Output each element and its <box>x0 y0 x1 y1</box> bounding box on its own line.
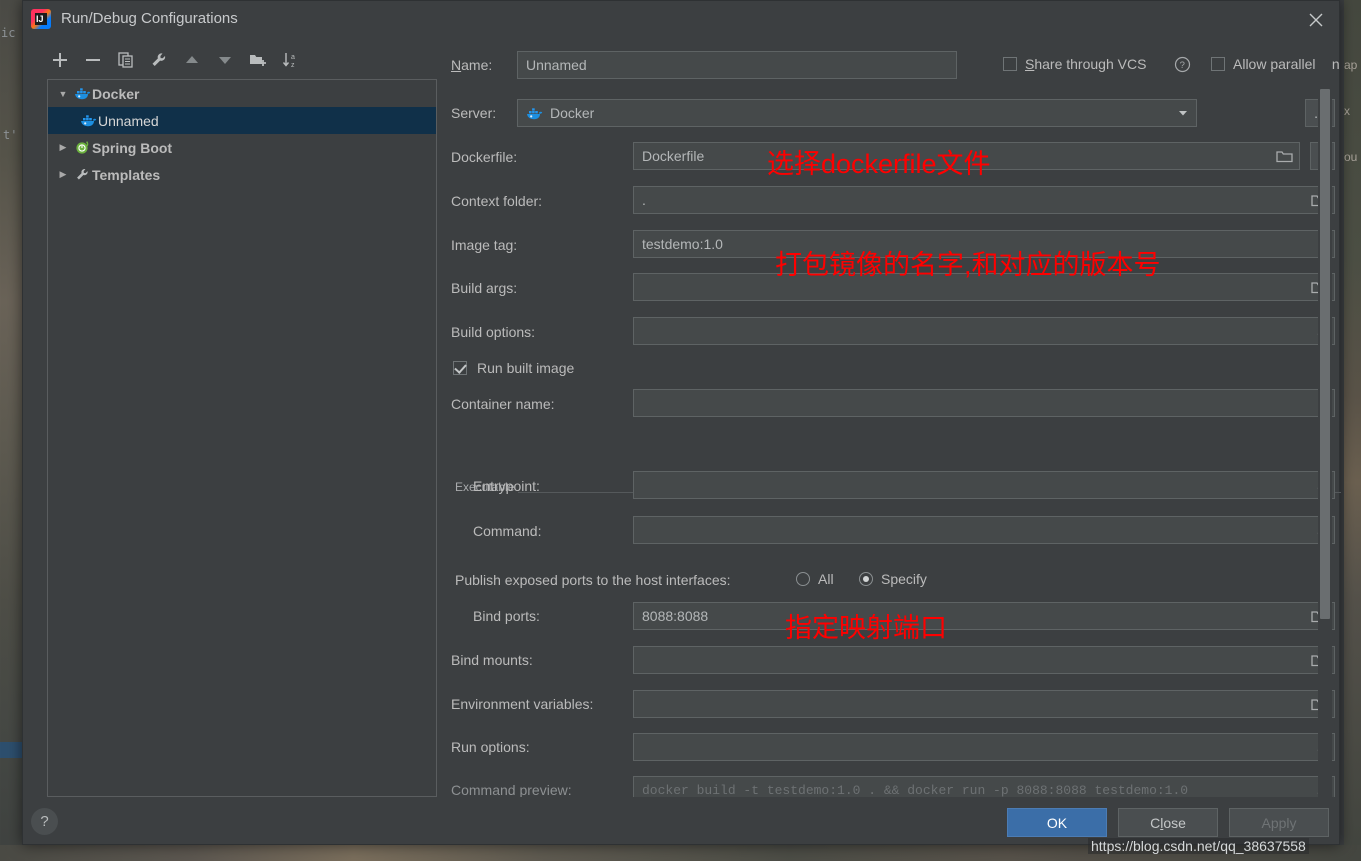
copy-configuration-button[interactable] <box>113 47 139 73</box>
close-button[interactable]: Cl ose <box>1118 808 1218 837</box>
container-name-label: Container name: <box>451 396 555 412</box>
background-text-fragment: ic <box>1 26 16 40</box>
configuration-form: Name: Unnamed Share through VCS ? Allow … <box>441 41 1341 797</box>
build-args-input[interactable] <box>633 273 1335 301</box>
entrypoint-input[interactable] <box>633 471 1335 499</box>
server-label: Server: <box>451 105 497 121</box>
bind-ports-input[interactable]: 8088:8088 <box>633 602 1335 630</box>
spring-icon <box>72 140 92 155</box>
chevron-down-icon[interactable] <box>1176 106 1190 120</box>
build-options-input[interactable] <box>633 317 1335 345</box>
docker-icon <box>526 106 543 121</box>
svg-text:z: z <box>291 62 295 69</box>
configurations-toolbar: a z <box>47 47 307 75</box>
share-through-vcs-checkbox[interactable] <box>1003 57 1017 71</box>
dialog-title: Run/Debug Configurations <box>61 10 238 27</box>
command-preview-input[interactable]: docker build -t testdemo:1.0 . && docker… <box>633 776 1335 797</box>
command-preview-label: Command preview: <box>451 782 572 797</box>
background-text-fragment: x <box>1344 104 1350 118</box>
image-tag-label: Image tag: <box>451 237 518 253</box>
run-options-label: Run options: <box>451 739 530 755</box>
tree-node-label: Unnamed <box>98 112 159 129</box>
configurations-tree[interactable]: ▼ Docker Unnamed ▶ Spring Boot ▶ Templat… <box>47 79 437 797</box>
dockerfile-label: Dockerfile: <box>451 149 518 165</box>
tree-node-templates[interactable]: ▶ Templates <box>48 161 436 188</box>
share-through-vcs-label: Share through VCS <box>1025 56 1147 72</box>
run-built-image-checkbox[interactable] <box>453 361 467 375</box>
tree-node-unnamed[interactable]: Unnamed <box>48 107 436 134</box>
bind-ports-label: Bind ports: <box>473 608 540 624</box>
docker-icon <box>78 113 98 128</box>
environment-variables-input[interactable] <box>633 690 1335 718</box>
bind-mounts-label: Bind mounts: <box>451 652 533 668</box>
background-text-fragment: ap <box>1344 58 1358 72</box>
chevron-right-icon[interactable]: ▶ <box>54 169 72 180</box>
tree-node-label: Spring Boot <box>92 139 173 156</box>
background-text-fragment: ou <box>1344 150 1358 164</box>
allow-parallel-run-checkbox[interactable] <box>1211 57 1225 71</box>
ok-button[interactable]: OK <box>1007 808 1107 837</box>
new-folder-button[interactable] <box>245 47 271 73</box>
intellij-idea-icon: IJ <box>31 9 51 29</box>
help-button[interactable]: ? <box>31 808 58 835</box>
background-right-editor: ap x ou <box>1344 0 1361 861</box>
background-text-fragment: t' <box>3 128 18 142</box>
background-selection-highlight <box>0 742 22 758</box>
run-built-image-label: Run built image <box>477 360 575 376</box>
command-label: Command: <box>473 523 542 539</box>
tree-node-spring-boot[interactable]: ▶ Spring Boot <box>48 134 436 161</box>
help-icon[interactable]: ? <box>1174 56 1191 73</box>
bind-mounts-input[interactable] <box>633 646 1335 674</box>
dialog-titlebar: IJ Run/Debug Configurations <box>23 1 1339 38</box>
tree-node-label: Docker <box>92 85 140 102</box>
server-dropdown[interactable]: Docker <box>517 99 1197 127</box>
folder-icon[interactable] <box>1276 149 1293 163</box>
edit-templates-button[interactable] <box>146 47 172 73</box>
entrypoint-label: Entrypoint: <box>473 478 540 494</box>
run-options-input[interactable] <box>633 733 1335 761</box>
svg-text:?: ? <box>1180 60 1185 71</box>
build-args-label: Build args: <box>451 280 518 296</box>
container-name-input[interactable] <box>633 389 1335 417</box>
publish-ports-specify-label: Specify <box>881 571 927 587</box>
move-up-button[interactable] <box>179 47 205 73</box>
svg-text:a: a <box>291 54 295 61</box>
form-scrollbar-thumb[interactable] <box>1320 89 1330 619</box>
sort-configurations-button[interactable]: a z <box>278 47 304 73</box>
apply-button: Apply <box>1229 808 1329 837</box>
add-configuration-button[interactable] <box>47 47 73 73</box>
watermark-text: https://blog.csdn.net/qq_38637558 <box>1088 838 1309 854</box>
build-options-label: Build options: <box>451 324 536 340</box>
context-folder-input[interactable]: . <box>633 186 1335 214</box>
move-down-button[interactable] <box>212 47 238 73</box>
publish-ports-specify-radio[interactable] <box>859 572 873 586</box>
close-icon[interactable] <box>1293 1 1339 38</box>
command-input[interactable] <box>633 516 1335 544</box>
dockerfile-input[interactable]: Dockerfile <box>633 142 1300 170</box>
environment-variables-label: Environment variables: <box>451 696 594 712</box>
run-debug-configurations-dialog: IJ Run/Debug Configurations a z ▼ Docker… <box>22 0 1341 845</box>
tree-node-docker[interactable]: ▼ Docker <box>48 80 436 107</box>
docker-icon <box>72 86 92 101</box>
publish-ports-label: Publish exposed ports to the host interf… <box>455 572 731 588</box>
image-tag-input[interactable]: testdemo:1.0 <box>633 230 1335 258</box>
context-folder-label: Context folder: <box>451 193 543 209</box>
chevron-down-icon[interactable]: ▼ <box>54 89 72 99</box>
name-label: Name: <box>451 57 493 73</box>
publish-ports-all-label: All <box>818 571 834 587</box>
name-input[interactable]: Unnamed <box>517 51 957 79</box>
remove-configuration-button[interactable] <box>80 47 106 73</box>
publish-ports-all-radio[interactable] <box>796 572 810 586</box>
tree-node-label: Templates <box>92 166 161 183</box>
wrench-icon <box>72 167 92 182</box>
chevron-right-icon[interactable]: ▶ <box>54 142 72 153</box>
